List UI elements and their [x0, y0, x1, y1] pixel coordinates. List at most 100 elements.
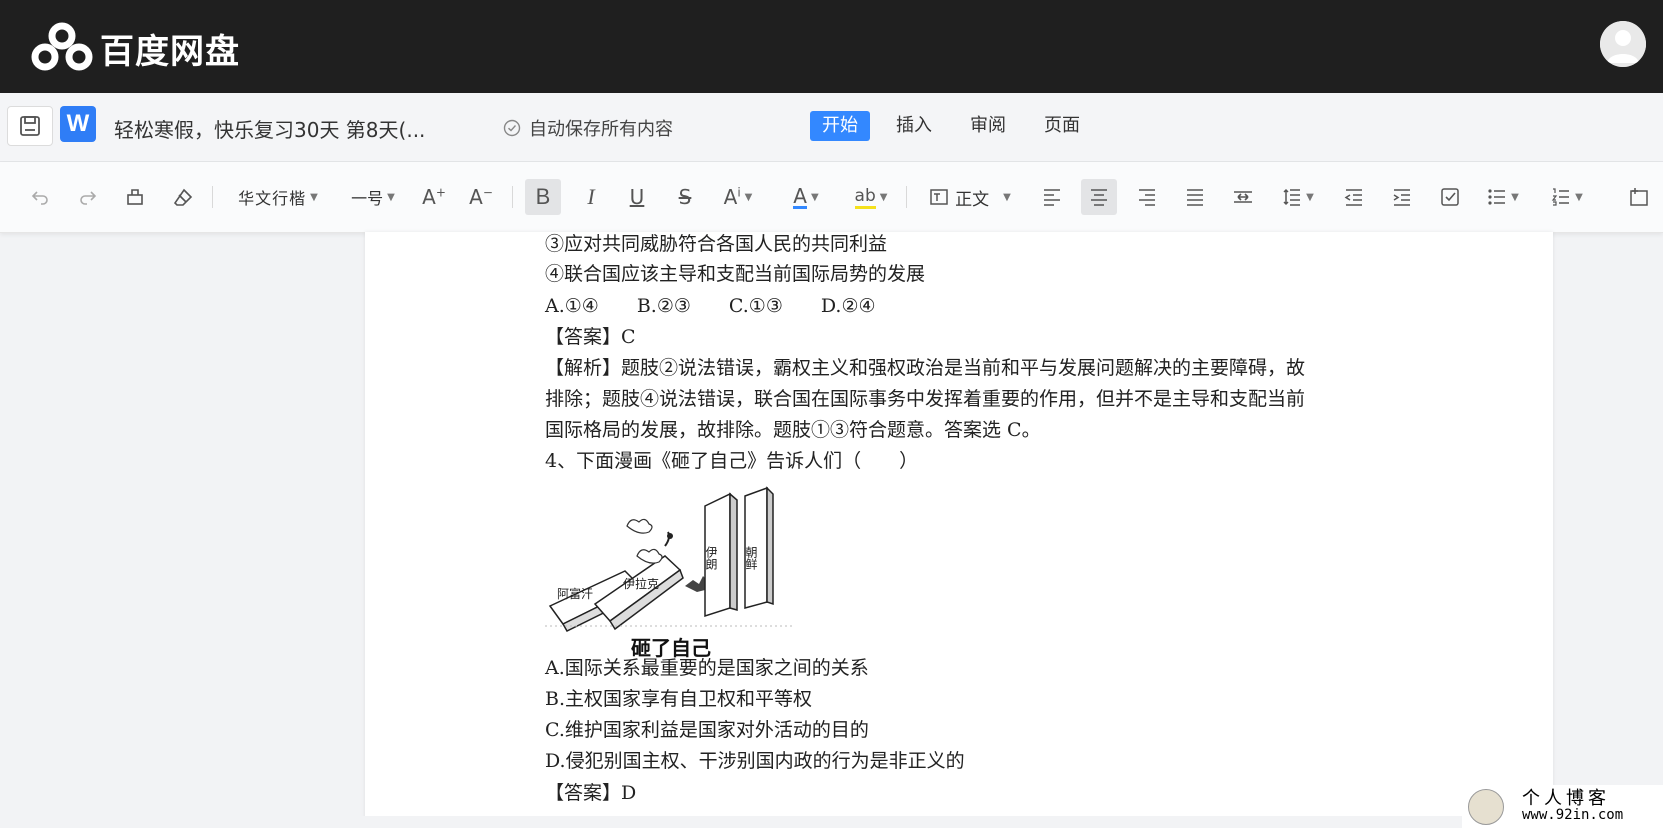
numbered-list-icon: [1551, 188, 1570, 206]
align-right-button[interactable]: [1133, 179, 1161, 215]
bold-button[interactable]: B: [525, 179, 561, 215]
option-line: B.主权国家享有自卫权和平等权: [545, 688, 813, 710]
chevron-down-icon: ▼: [1575, 191, 1583, 203]
decrease-indent-button[interactable]: [1340, 179, 1368, 215]
strikethrough-button[interactable]: S: [670, 179, 700, 215]
checklist-button[interactable]: [1436, 179, 1464, 215]
doc-line: ③应对共同威胁符合各国人民的共同利益: [545, 233, 888, 255]
baidu-netdisk-logo-icon: [31, 22, 93, 71]
font-color-icon: A: [793, 183, 807, 209]
checkbox-icon: [1441, 188, 1459, 206]
save-button[interactable]: [7, 106, 53, 146]
cartoon-image: 阿富汗 伊拉克 伊朗 朝鲜: [545, 486, 795, 632]
doc-line: 4、下面漫画《砸了自己》告诉人们（ ）: [545, 450, 919, 472]
doc-line: 【答案】C: [545, 326, 636, 348]
undo-icon: [31, 191, 48, 205]
separator: [512, 186, 513, 208]
watermark-text: 个人博客 www.92in.com: [1522, 787, 1624, 824]
tab-insert[interactable]: 插入: [884, 111, 944, 141]
style-icon: [930, 189, 948, 205]
decrease-font-button[interactable]: A−: [467, 179, 495, 215]
font-family-select[interactable]: 华文行楷 ▼: [232, 179, 324, 215]
format-painter-icon: [127, 189, 143, 205]
highlight-button[interactable]: ab ▼: [846, 179, 896, 215]
bullet-list-icon: [1488, 189, 1506, 205]
insert-box-icon: [1630, 188, 1648, 206]
cartoon-label: 伊拉克: [623, 576, 659, 591]
eraser-icon: [173, 188, 193, 206]
justify-button[interactable]: [1181, 179, 1209, 215]
outdent-icon: [1344, 189, 1362, 206]
cartoon-label: 阿富汗: [557, 586, 593, 601]
distributed-icon: [1234, 191, 1252, 203]
tab-start[interactable]: 开始: [810, 111, 870, 141]
align-center-button[interactable]: [1081, 179, 1117, 215]
user-avatar[interactable]: [1600, 21, 1646, 67]
increase-font-button[interactable]: A+: [420, 179, 448, 215]
paragraph-style-value: 正文: [955, 189, 990, 210]
chevron-down-icon: ▼: [879, 191, 888, 203]
increase-indent-button[interactable]: [1388, 179, 1416, 215]
option-line: D.侵犯别国主权、干涉别国内政的行为是非正义的: [545, 750, 965, 772]
doc-line: 国际格局的发展，故排除。题肢①③符合题意。答案选 C。: [545, 419, 1041, 441]
cartoon-label: 朝鲜: [744, 546, 758, 571]
align-left-icon: [1044, 189, 1060, 206]
font-size-select[interactable]: 一号 ▼: [344, 179, 402, 215]
distributed-align-button[interactable]: [1229, 179, 1257, 215]
doc-line: A.①④ B.②③ C.①③ D.②④: [545, 295, 876, 317]
align-right-icon: [1139, 189, 1155, 206]
tab-page[interactable]: 页面: [1032, 111, 1092, 141]
line-spacing-icon: [1283, 188, 1301, 206]
chevron-down-icon: ▼: [387, 191, 395, 203]
chevron-down-icon: ▼: [1306, 191, 1314, 203]
document-title[interactable]: 轻松寒假，快乐复习30天 第8天(...: [114, 114, 425, 143]
paragraph-style-select[interactable]: 正文 ▼: [920, 179, 1020, 215]
font-increase-icon: A+: [422, 185, 446, 209]
line-spacing-button[interactable]: ▼: [1277, 179, 1319, 215]
align-center-icon: [1091, 189, 1107, 206]
document-bar: W 轻松寒假，快乐复习30天 第8天(... 自动保存所有内容 开始 插入 审阅…: [0, 93, 1663, 162]
numbered-list-button[interactable]: ▼: [1546, 179, 1588, 215]
super-subscript-button[interactable]: Ai ▼: [718, 179, 758, 215]
ribbon-tabs: 开始 插入 审阅 页面: [810, 111, 1092, 141]
autosave-status: 自动保存所有内容: [503, 115, 673, 141]
chevron-down-icon: ▼: [310, 191, 318, 203]
justify-icon: [1187, 189, 1203, 206]
document-page[interactable]: ③应对共同威胁符合各国人民的共同利益 ④联合国应该主导和支配当前国际局势的发展 …: [365, 232, 1553, 822]
format-painter-button[interactable]: [121, 179, 149, 215]
option-line: A.国际关系最重要的是国家之间的关系: [545, 657, 869, 679]
undo-button[interactable]: [26, 179, 54, 215]
italic-button[interactable]: I: [576, 179, 606, 215]
chevron-down-icon: ▼: [810, 191, 819, 203]
font-color-button[interactable]: A ▼: [784, 179, 828, 215]
bold-icon: B: [535, 184, 551, 209]
tab-review[interactable]: 审阅: [958, 111, 1018, 141]
bottom-strip: [0, 816, 1663, 828]
underline-button[interactable]: U: [622, 179, 652, 215]
superscript-icon: Ai: [723, 185, 741, 209]
redo-button[interactable]: [74, 179, 102, 215]
font-decrease-icon: A−: [469, 185, 493, 209]
more-tools-button[interactable]: [1625, 179, 1653, 215]
separator: [212, 186, 213, 208]
bullet-list-button[interactable]: ▼: [1482, 179, 1524, 215]
formatting-toolbar: 华文行楷 ▼ 一号 ▼ A+ A− B I U S Ai ▼ A ▼ ab ▼ 正文 ▼: [0, 162, 1663, 233]
watermark-url: www.92in.com: [1522, 806, 1624, 823]
brand-name: 百度网盘: [100, 32, 240, 72]
chevron-down-icon: ▼: [1003, 191, 1011, 203]
blog-watermark: 个人博客 www.92in.com: [1462, 785, 1663, 828]
check-circle-icon: [503, 119, 521, 137]
clear-format-button[interactable]: [169, 179, 197, 215]
align-left-button[interactable]: [1038, 179, 1066, 215]
option-line: C.维护国家利益是国家对外活动的目的: [545, 719, 869, 741]
font-size-value: 一号: [351, 189, 384, 208]
doc-line: 【解析】题肢②说法错误，霸权主义和强权政治是当前和平与发展问题解决的主要障碍，故: [545, 357, 1306, 379]
font-family-value: 华文行楷: [238, 189, 307, 208]
watermark-face-icon: [1468, 788, 1504, 825]
app-header: 百度网盘: [0, 0, 1663, 93]
autosave-label: 自动保存所有内容: [529, 119, 673, 140]
underline-icon: U: [629, 185, 645, 209]
indent-icon: [1393, 189, 1410, 206]
watermark-title: 个人博客: [1522, 787, 1610, 809]
highlight-icon: ab: [854, 186, 876, 209]
